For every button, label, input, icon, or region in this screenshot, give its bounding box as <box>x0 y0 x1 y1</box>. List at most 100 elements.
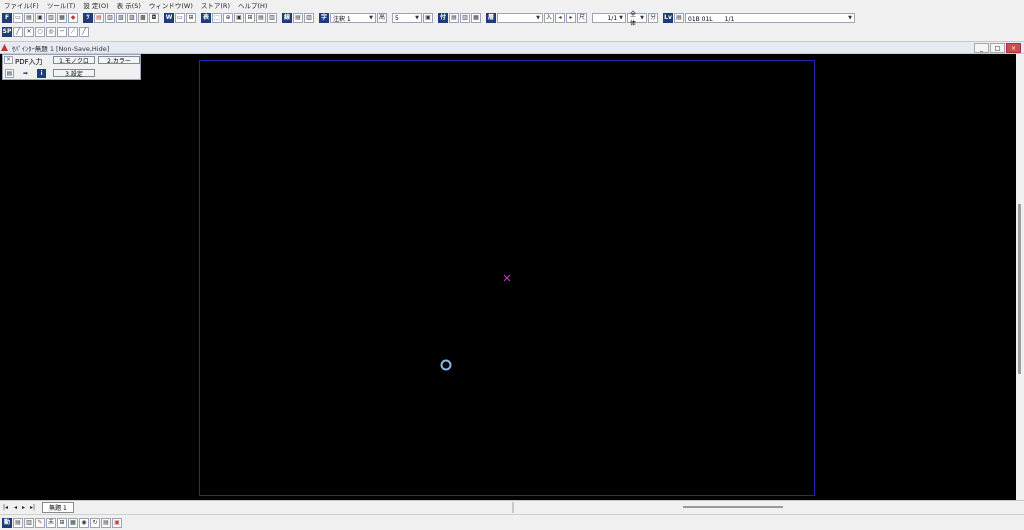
settings-button[interactable]: 3.設定 <box>53 69 95 78</box>
info-icon[interactable]: i <box>37 69 46 78</box>
window-mode-button[interactable]: W <box>164 13 174 23</box>
text-size-combo[interactable]: 5 ▼ <box>392 13 422 23</box>
horizontal-scroll-thumb[interactable] <box>683 506 783 508</box>
text-height-icon[interactable]: 高 <box>377 13 387 23</box>
pdf-input-panel: × PDF入力 1.モノクロ 2.カラー ▤ ➡ i 3.設定 <box>2 54 141 80</box>
layer-name-combo[interactable]: ▼ <box>497 13 543 23</box>
export-icon[interactable]: ◆ <box>68 13 78 23</box>
next-sheet-button[interactable]: ▸ <box>22 504 25 511</box>
split-view-icon[interactable]: ⊞ <box>186 13 196 23</box>
line-mode-button[interactable]: 線 <box>282 13 292 23</box>
scroll-splitter[interactable] <box>512 502 514 513</box>
page-view-icon[interactable]: ▤ <box>13 517 23 528</box>
level-settings-icon[interactable]: ▤ <box>674 13 684 23</box>
single-view-icon[interactable]: ▭ <box>175 13 185 23</box>
layer-scale-icon[interactable]: 尺 <box>577 13 587 23</box>
vertical-scroll-thumb[interactable] <box>1018 204 1021 374</box>
text-mode-button[interactable]: 字 <box>319 13 329 23</box>
draw-mode-icon[interactable]: ﾂ <box>83 13 93 23</box>
first-sheet-button[interactable]: |◂ <box>3 504 8 511</box>
save-as-icon[interactable]: ▥ <box>46 13 56 23</box>
save-icon[interactable]: ▣ <box>35 13 45 23</box>
panel-close-icon[interactable]: × <box>4 56 13 64</box>
polyline-icon[interactable]: ⟋ <box>68 27 78 37</box>
restore-button[interactable]: □ <box>990 43 1005 53</box>
document-icon[interactable]: ▤ <box>101 517 111 528</box>
layout-icon[interactable]: ▦ <box>68 517 78 528</box>
circle-tool-icon[interactable]: ○ <box>35 27 45 37</box>
attach-delete-icon[interactable]: ▦ <box>471 13 481 23</box>
menu-bar: ファイル(F) ツール(T) 設 定(O) 表 示(S) ウィンドウ(W) スト… <box>0 0 1024 10</box>
sheet-tab[interactable]: 無題 1 <box>42 502 74 513</box>
mode-icon[interactable]: 動 <box>2 517 12 528</box>
new-file-icon[interactable]: ▭ <box>13 13 23 23</box>
vertical-scrollbar[interactable] <box>1016 54 1024 500</box>
refresh-icon[interactable]: ↻ <box>90 517 100 528</box>
diagonal-line-icon[interactable]: ╱ <box>79 27 89 37</box>
copy-icon[interactable]: ▤ <box>94 13 104 23</box>
lock-icon[interactable]: ◘ <box>149 13 159 23</box>
export-pdf-icon[interactable]: ▣ <box>112 517 122 528</box>
check-icon[interactable]: ◉ <box>79 517 89 528</box>
menu-file[interactable]: ファイル(F) <box>0 0 43 10</box>
table-icon[interactable]: 未 <box>46 517 56 528</box>
zoom-area-icon[interactable]: ⬚ <box>212 13 222 23</box>
layer-next-icon[interactable]: ▸ <box>566 13 576 23</box>
grid-icon[interactable]: ⊞ <box>57 517 67 528</box>
paste-icon[interactable]: ▥ <box>105 13 115 23</box>
special-mode-button[interactable]: SP <box>2 27 12 37</box>
close-button[interactable]: × <box>1006 43 1021 53</box>
column-view-icon[interactable]: ▥ <box>24 517 34 528</box>
redraw-icon[interactable]: ▤ <box>256 13 266 23</box>
attach-mode-button[interactable]: 付 <box>438 13 448 23</box>
line-width-icon[interactable]: ▥ <box>304 13 314 23</box>
layer-mode-button[interactable]: 層 <box>486 13 496 23</box>
sheet-tab-bar: |◂ ◂ ▸ ▸| 無題 1 <box>0 500 1024 515</box>
fit-view-icon[interactable]: ▣ <box>234 13 244 23</box>
clipboard-icon[interactable]: ▧ <box>116 13 126 23</box>
open-folder-icon[interactable]: ▤ <box>24 13 34 23</box>
attach-edit-icon[interactable]: ▤ <box>449 13 459 23</box>
document-title: ｾﾊﾟｲﾝﾀｰ無題 1 [Non-Save,Hide] <box>12 44 110 53</box>
divide-icon[interactable]: 分 <box>648 13 658 23</box>
menu-store[interactable]: ストア(R) <box>197 0 234 10</box>
zoom-icon[interactable]: ⊕ <box>223 13 233 23</box>
text-style-combo[interactable]: 注釈 1 ▼ <box>330 13 376 23</box>
menu-window[interactable]: ウィンドウ(W) <box>145 0 197 10</box>
minimize-button[interactable]: _ <box>974 43 989 53</box>
concentric-circle-icon[interactable]: ◎ <box>46 27 56 37</box>
drawing-canvas[interactable] <box>0 54 1016 500</box>
window-list-icon[interactable]: ▥ <box>267 13 277 23</box>
menu-tool[interactable]: ツール(T) <box>43 0 80 10</box>
zoom-combo[interactable]: 全体 ▼ <box>627 11 647 27</box>
menu-view[interactable]: 表 示(S) <box>113 0 145 10</box>
last-sheet-button[interactable]: ▸| <box>30 504 35 511</box>
text-detail-icon[interactable]: ▣ <box>423 13 433 23</box>
printer-icon[interactable]: ▩ <box>138 13 148 23</box>
pan-icon[interactable]: ⊞ <box>245 13 255 23</box>
arrow-right-icon[interactable]: ➡ <box>19 69 32 78</box>
menu-help[interactable]: ヘルプ(H) <box>234 0 271 10</box>
pdf-page-icon[interactable]: ▤ <box>5 69 14 78</box>
menu-settings[interactable]: 設 定(O) <box>79 0 112 10</box>
layer-copy-icon[interactable]: ▨ <box>127 13 137 23</box>
file-mode-button[interactable]: F <box>2 13 12 23</box>
layer-prev-icon[interactable]: ◂ <box>555 13 565 23</box>
color-button[interactable]: 2.カラー <box>98 56 140 65</box>
prev-sheet-button[interactable]: ◂ <box>14 504 17 511</box>
app-logo-icon <box>1 44 8 51</box>
layer-in-icon[interactable]: 入 <box>544 13 554 23</box>
print-icon[interactable]: ▦ <box>57 13 67 23</box>
display-mode-button[interactable]: 表 <box>201 13 211 23</box>
document-titlebar: ｾﾊﾟｲﾝﾀｰ無題 1 [Non-Save,Hide] _ □ × <box>0 42 1024 54</box>
line-tool-icon[interactable]: ╱ <box>13 27 23 37</box>
page-combo[interactable]: 1/1 ▼ <box>592 13 626 23</box>
level-mode-button[interactable]: Lv <box>663 13 673 23</box>
cross-line-icon[interactable]: ✕ <box>24 27 34 37</box>
monochrome-button[interactable]: 1.モノクロ <box>53 56 95 65</box>
layer-level-combo[interactable]: 01B 01L 1/1 ▼ <box>685 13 855 23</box>
horizontal-line-icon[interactable]: ─ <box>57 27 67 37</box>
edit-icon[interactable]: ✎ <box>35 517 45 528</box>
attach-move-icon[interactable]: ▥ <box>460 13 470 23</box>
line-type-icon[interactable]: ▤ <box>293 13 303 23</box>
